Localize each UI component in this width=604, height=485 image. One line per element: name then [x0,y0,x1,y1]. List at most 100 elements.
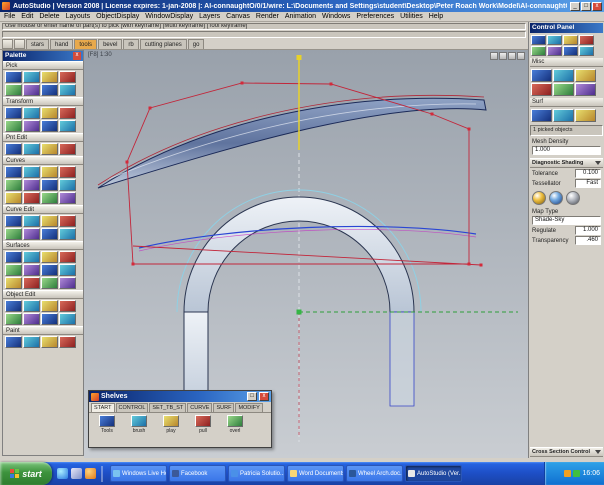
maximize-button[interactable]: □ [581,1,591,11]
palette-section-curves[interactable]: Curves [3,156,83,165]
menu-help[interactable]: Help [429,13,443,20]
shelf-tab-hand[interactable]: hand [50,39,74,49]
palette-section-surfaces[interactable]: Surfaces [3,241,83,250]
shading-mode-gold-icon[interactable] [532,191,546,205]
tool-icon[interactable] [59,228,76,240]
tool-icon[interactable] [5,300,22,312]
prompt-line-1[interactable]: Use mouse or enter name of part(s) to pi… [2,23,526,30]
tool-icon[interactable] [575,109,596,122]
tool-icon[interactable] [59,251,76,263]
tool-icon[interactable] [59,107,76,119]
ie-quicklaunch-icon[interactable] [57,468,68,479]
palette-section-pnt-edit[interactable]: Pnt Edit [3,133,83,142]
tool-icon[interactable] [531,83,552,96]
tool-icon[interactable] [547,35,562,45]
show-desktop-icon[interactable] [71,468,82,479]
palette-section-transform[interactable]: Transform [3,97,83,106]
shelves-close-button[interactable]: x [259,392,269,401]
tray-icon[interactable] [564,470,572,477]
shelves-tab-control[interactable]: CONTROL [115,403,149,412]
task-wheel-arch-doc[interactable]: Wheel Arch.doc... [346,465,403,482]
tool-icon[interactable] [59,120,76,132]
tool-icon[interactable] [23,143,40,155]
cross-section-control-section[interactable]: Cross Section Control [530,447,603,457]
tool-icon[interactable] [41,313,58,325]
start-button[interactable]: start [0,462,52,485]
map-type-select[interactable]: Shade-Sky [532,216,601,225]
palette-section-curve-edit[interactable]: Curve Edit [3,205,83,214]
tool-icon[interactable] [5,228,22,240]
tool-icon[interactable] [5,251,22,263]
tool-icon[interactable] [23,166,40,178]
tool-icon[interactable] [531,46,546,56]
palette-section-object-edit[interactable]: Object Edit [3,290,83,299]
tool-icon[interactable] [23,192,40,204]
tool-icon[interactable] [59,277,76,289]
tool-icon[interactable] [59,192,76,204]
tool-icon[interactable] [553,109,574,122]
shading-mode-blue-icon[interactable] [549,191,563,205]
media-player-icon[interactable] [85,468,96,479]
menu-render[interactable]: Render [256,13,279,20]
palette-close-icon[interactable]: x [73,52,81,60]
tool-icon[interactable] [23,336,40,348]
tool-icon[interactable] [5,120,22,132]
shelf-item-overl[interactable]: overl [221,415,249,434]
tool-icon[interactable] [23,300,40,312]
tool-icon[interactable] [59,215,76,227]
title-bar[interactable]: AutoStudio | Version 2008 | License expi… [0,0,604,12]
tool-icon[interactable] [23,107,40,119]
menu-windowdisplay[interactable]: WindowDisplay [145,13,193,20]
tool-icon[interactable] [563,35,578,45]
shelf-item-tools[interactable]: Tools [93,415,121,434]
tool-icon[interactable] [23,179,40,191]
menu-layouts[interactable]: Layouts [66,13,91,20]
tool-icon[interactable] [41,84,58,96]
tool-icon[interactable] [23,84,40,96]
viewport-maximize-icon[interactable] [517,52,525,60]
shading-mode-gray-icon[interactable] [566,191,580,205]
shelves-tab-modify[interactable]: MODIFY [235,403,263,412]
tool-icon[interactable] [5,277,22,289]
shelf-new-tab-icon[interactable] [14,39,25,49]
tool-icon[interactable] [59,166,76,178]
shelf-item-brush[interactable]: brush [125,415,153,434]
tray-icon[interactable] [573,470,581,477]
menu-preferences[interactable]: Preferences [356,13,394,20]
tool-icon[interactable] [575,83,596,96]
tool-icon[interactable] [579,35,594,45]
tool-icon[interactable] [59,84,76,96]
shelf-tab-tools[interactable]: tools [74,39,98,49]
tool-icon[interactable] [5,192,22,204]
tool-icon[interactable] [563,46,578,56]
tolerance-field[interactable]: 0.100 [575,169,601,178]
tool-icon[interactable] [41,228,58,240]
tool-icon[interactable] [579,46,594,56]
tool-icon[interactable] [59,143,76,155]
shelf-tab-cutting-planes[interactable]: cutting planes [139,39,187,49]
prompt-line-2[interactable] [2,31,526,38]
shelves-tab-set-tb-st[interactable]: SET_TB_ST [149,403,187,412]
tool-icon[interactable] [41,107,58,119]
tool-icon[interactable] [5,179,22,191]
menu-edit[interactable]: Edit [21,13,33,20]
tool-icon[interactable] [41,120,58,132]
menu-layers[interactable]: Layers [199,13,220,20]
tool-icon[interactable] [23,228,40,240]
shelf-item-pull[interactable]: pull [189,415,217,434]
tool-icon[interactable] [41,300,58,312]
regulate-field[interactable]: 1.000 [575,226,601,235]
tool-icon[interactable] [41,336,58,348]
shelves-title-bar[interactable]: Shelves □ x [89,391,271,402]
tool-icon[interactable] [41,215,58,227]
tool-icon[interactable] [5,336,22,348]
close-button[interactable]: x [592,1,602,11]
diagnostic-shading-section[interactable]: Diagnostic Shading [530,158,603,168]
tool-icon[interactable] [59,71,76,83]
tool-icon[interactable] [531,35,546,45]
tool-icon[interactable] [23,277,40,289]
shelf-tab-rb[interactable]: rb [123,39,139,49]
control-panel-header[interactable]: Control Panel [530,23,603,33]
tool-icon[interactable] [23,120,40,132]
tool-icon[interactable] [23,264,40,276]
